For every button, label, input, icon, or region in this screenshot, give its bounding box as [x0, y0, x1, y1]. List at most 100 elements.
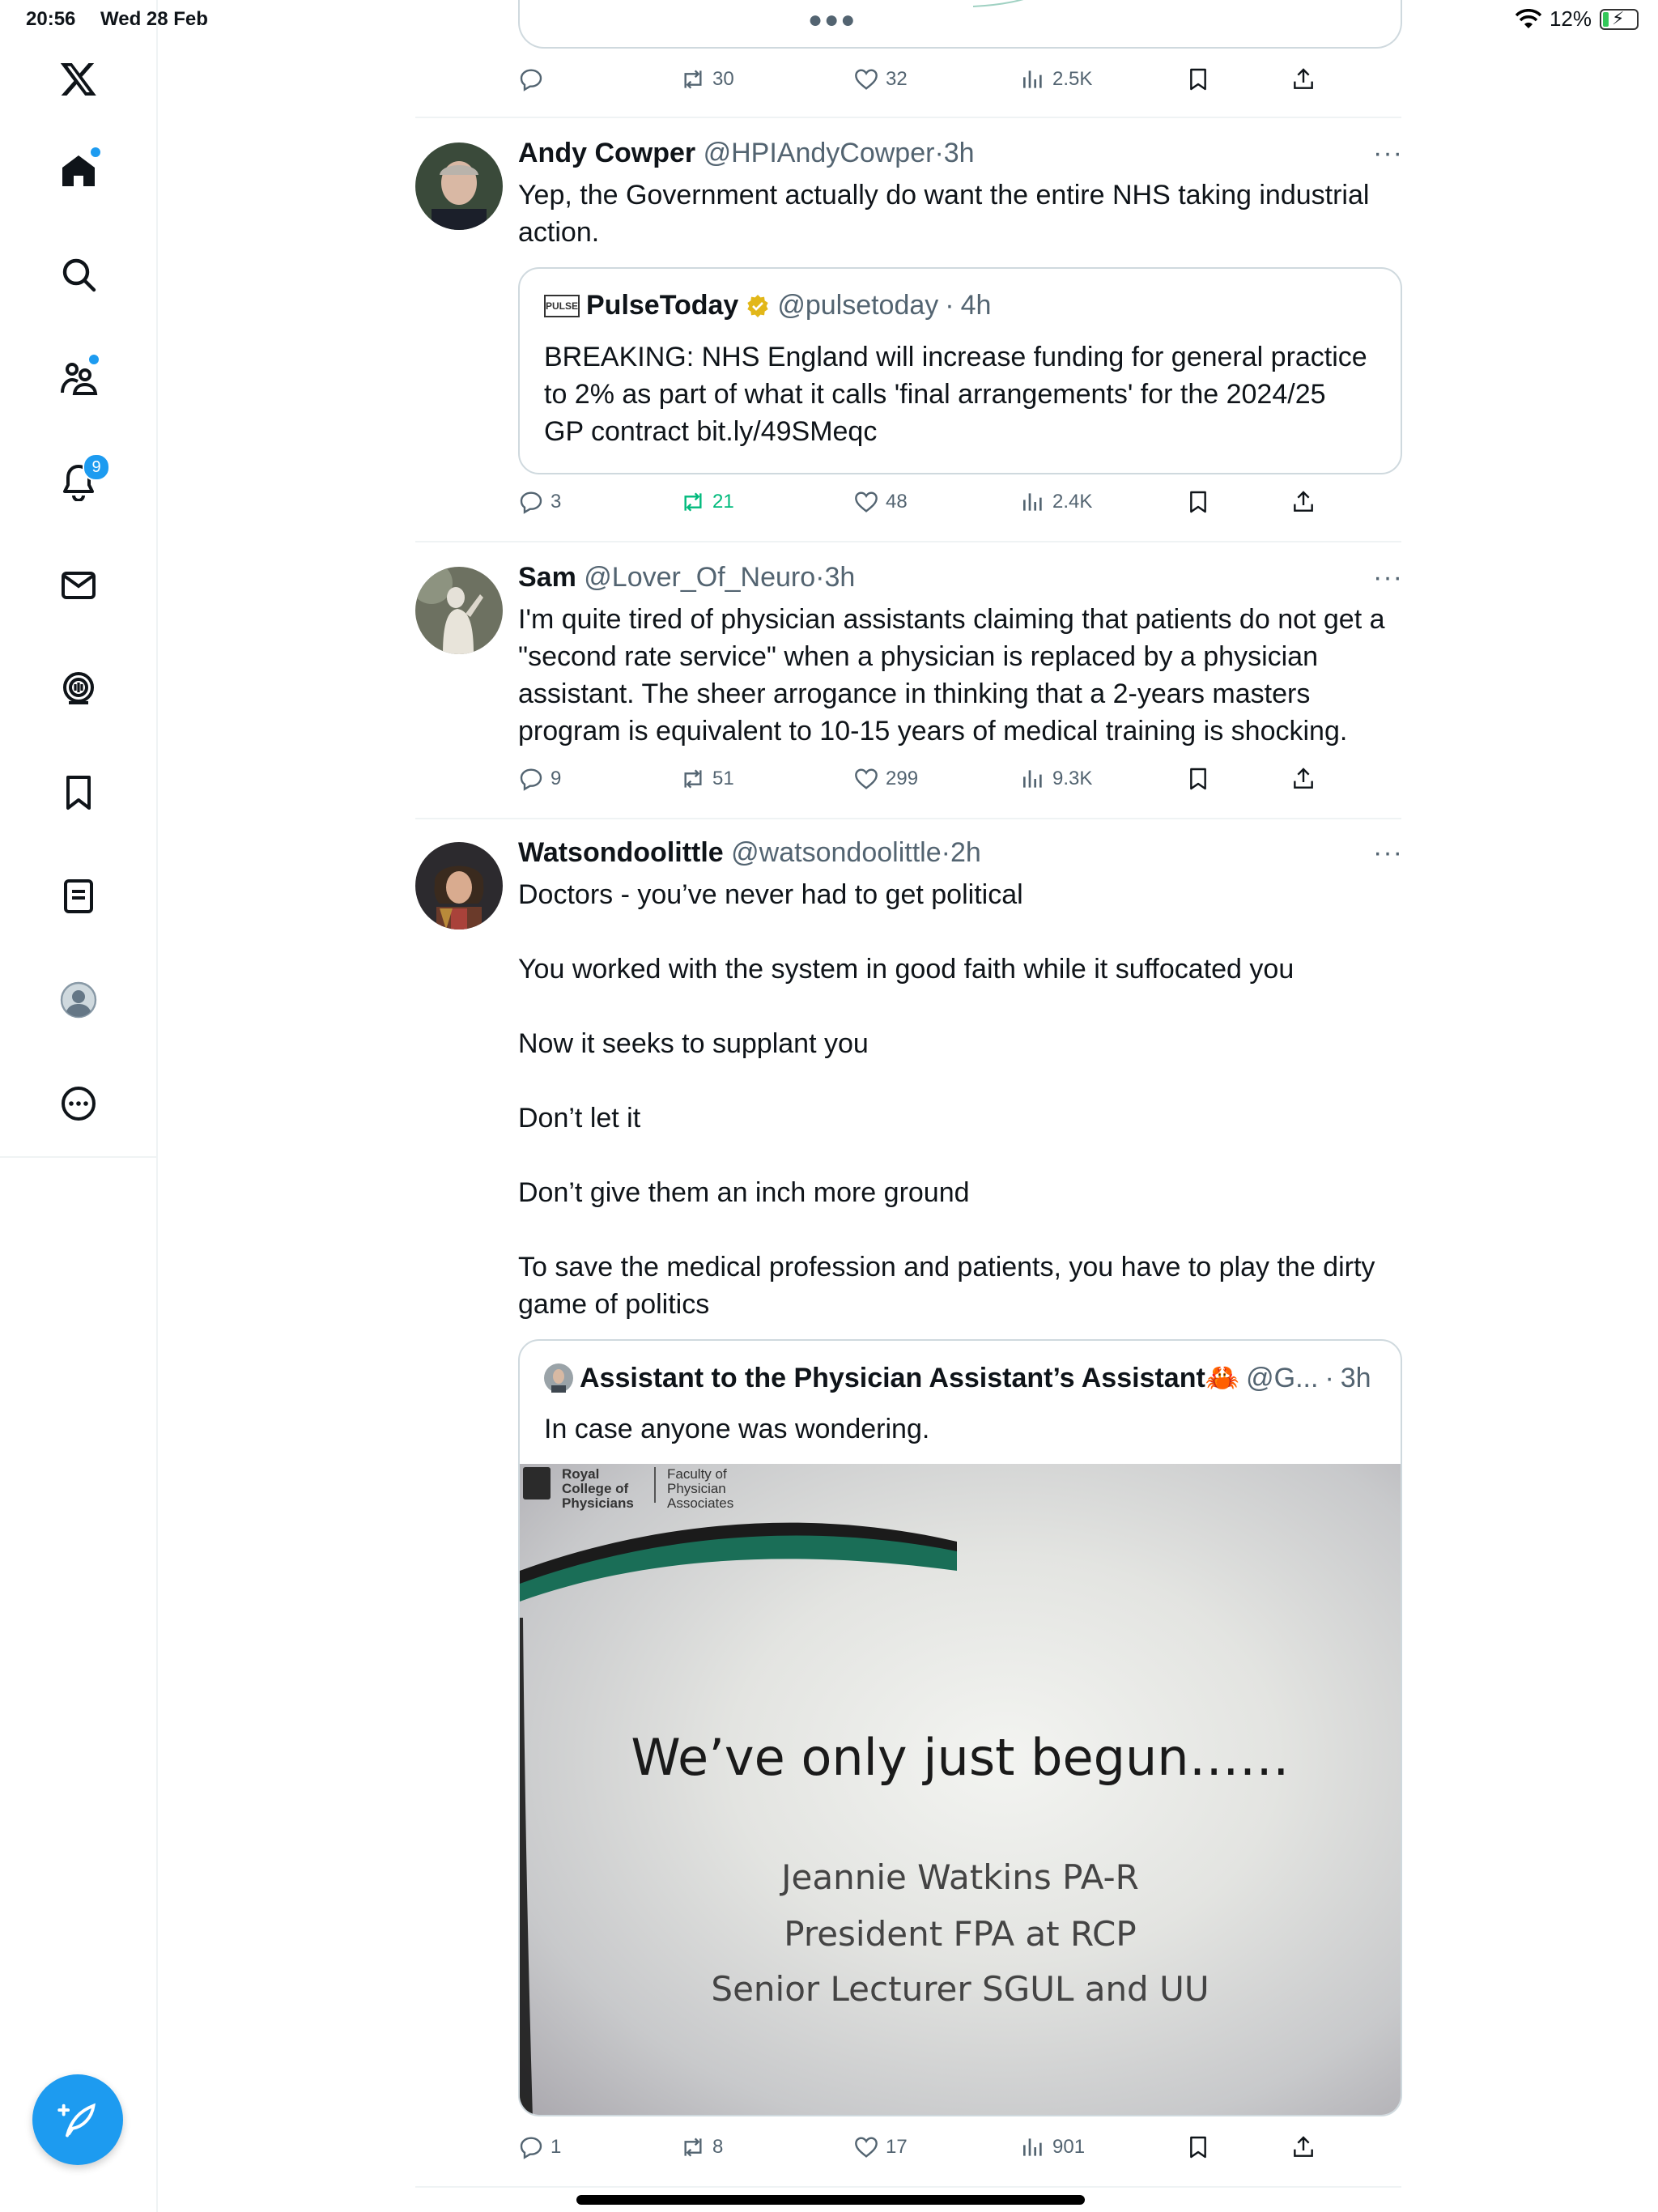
- like-button[interactable]: 299: [853, 761, 918, 797]
- reply-button[interactable]: [518, 62, 544, 97]
- views-button[interactable]: 9.3K: [1020, 761, 1092, 797]
- repost-button[interactable]: 51: [680, 761, 734, 797]
- compose-button[interactable]: [32, 2074, 123, 2165]
- post-text: Yep, the Government actually do want the…: [518, 180, 1377, 248]
- share-button[interactable]: [1290, 484, 1316, 520]
- repost-count: 30: [712, 68, 734, 90]
- repost-count: 51: [712, 768, 734, 789]
- meta-separator: ·: [934, 138, 944, 168]
- post-more-button[interactable]: ···: [1373, 837, 1403, 869]
- reply-button[interactable]: 9: [518, 761, 561, 797]
- post-text: Doctors - you’ve never had to get politi…: [518, 879, 1375, 1320]
- previous-post-media[interactable]: ●●●: [518, 0, 1402, 49]
- author-handle[interactable]: @watsondoolittle: [731, 837, 941, 868]
- pulse-logo: PULSE: [544, 294, 580, 317]
- post-header: Sam @Lover_Of_Neuro·3h: [518, 562, 855, 593]
- post-text: I'm quite tired of physician assistants …: [518, 604, 1392, 747]
- search-icon: [62, 258, 96, 292]
- bookmark-icon: [1190, 2136, 1206, 2159]
- reply-count: 3: [551, 491, 562, 513]
- repost-count: 8: [712, 2136, 724, 2158]
- nav-lists[interactable]: [47, 865, 110, 928]
- battery-percent: 12%: [1549, 6, 1592, 31]
- slide-line-3: Senior Lecturer SGUL and UU: [711, 1969, 1209, 2009]
- reply-icon: [520, 768, 542, 791]
- bookmark-button[interactable]: [1185, 484, 1211, 520]
- views-icon: [1023, 493, 1042, 511]
- avatar[interactable]: [415, 143, 503, 230]
- avatar[interactable]: [415, 842, 503, 929]
- bookmark-button[interactable]: [1185, 62, 1211, 97]
- like-button[interactable]: 17: [853, 2129, 908, 2165]
- post-actions: 1 8 17 901: [518, 2129, 1344, 2165]
- reply-icon: [520, 491, 542, 514]
- repost-icon: [684, 492, 702, 512]
- quoted-author-name: Assistant to the Physician Assistant’s A…: [580, 1363, 1240, 1393]
- reply-icon: [520, 69, 542, 91]
- views-button[interactable]: 2.5K: [1020, 62, 1092, 97]
- like-count: 32: [886, 68, 908, 90]
- nav-bookmarks[interactable]: [47, 761, 110, 824]
- sidebar: 9: [0, 0, 158, 2212]
- repost-button[interactable]: 21: [680, 484, 734, 520]
- nav-communities[interactable]: [47, 347, 110, 410]
- post-header: Andy Cowper @HPIAndyCowper·3h: [518, 138, 975, 169]
- author-name[interactable]: Sam: [518, 562, 576, 593]
- like-count: 299: [886, 768, 919, 789]
- repost-button[interactable]: 8: [680, 2129, 723, 2165]
- like-button[interactable]: 48: [853, 484, 908, 520]
- post-time[interactable]: 2h: [950, 837, 981, 868]
- share-button[interactable]: [1290, 2129, 1316, 2165]
- share-button[interactable]: [1290, 761, 1316, 797]
- post-header: Watsondoolittle @watsondoolittle·2h: [518, 837, 981, 869]
- nav-search[interactable]: [47, 243, 110, 306]
- nav-notifications[interactable]: 9: [47, 450, 110, 513]
- repost-button[interactable]: 30: [680, 62, 734, 97]
- reply-button[interactable]: 3: [518, 484, 561, 520]
- slide-headline: We’ve only just begun……: [631, 1728, 1290, 1787]
- repost-icon: [684, 2138, 702, 2157]
- bookmark-button[interactable]: [1185, 761, 1211, 797]
- meta-separator: ·: [941, 837, 950, 868]
- post-more-button[interactable]: ···: [1373, 138, 1403, 169]
- author-handle[interactable]: @HPIAndyCowper: [704, 138, 935, 168]
- nav-home[interactable]: [47, 139, 110, 202]
- nav-messages[interactable]: [47, 554, 110, 617]
- share-icon: [1294, 2136, 1313, 2157]
- reply-button[interactable]: 1: [518, 2129, 561, 2165]
- views-button[interactable]: 901: [1020, 2129, 1085, 2165]
- bookmark-icon: [1190, 68, 1206, 91]
- post-time[interactable]: 3h: [944, 138, 975, 168]
- nav-profile[interactable]: [47, 968, 110, 1032]
- quoted-post[interactable]: Assistant to the Physician Assistant’s A…: [518, 1339, 1402, 2116]
- bookmark-button[interactable]: [1185, 2129, 1211, 2165]
- author-handle[interactable]: @Lover_Of_Neuro: [584, 562, 815, 593]
- home-indicator[interactable]: [576, 2195, 1085, 2205]
- media-pager-dots: ●●●: [808, 6, 857, 33]
- author-name[interactable]: Andy Cowper: [518, 138, 695, 168]
- heart-icon: [855, 2137, 878, 2158]
- communities-unread-dot: [87, 353, 100, 366]
- avatar[interactable]: [415, 567, 503, 654]
- repost-icon: [684, 769, 702, 789]
- x-logo-icon[interactable]: [47, 47, 110, 110]
- heart-icon: [855, 491, 878, 513]
- quoted-avatar: [544, 1363, 573, 1393]
- author-name[interactable]: Watsondoolittle: [518, 837, 724, 868]
- like-button[interactable]: 32: [853, 62, 908, 97]
- share-button[interactable]: [1290, 62, 1316, 97]
- meta-separator: ·: [1324, 1362, 1334, 1393]
- nav-spaces[interactable]: [47, 657, 110, 721]
- quoted-post[interactable]: PULSE PulseToday @pulsetoday · 4h BREAKING…: [518, 267, 1402, 474]
- like-count: 48: [886, 491, 908, 513]
- nav-more[interactable]: [47, 1072, 110, 1135]
- divider: [415, 541, 1401, 542]
- quoted-author-name: PulseToday: [586, 290, 739, 321]
- divider: [415, 2186, 1401, 2188]
- post-more-button[interactable]: ···: [1373, 562, 1403, 593]
- quoted-post-image[interactable]: Royal College of Physicians Faculty of P…: [520, 1464, 1401, 2115]
- reply-icon: [520, 2137, 542, 2159]
- post-time[interactable]: 3h: [825, 562, 856, 593]
- compose-icon: [57, 2103, 96, 2138]
- views-button[interactable]: 2.4K: [1020, 484, 1092, 520]
